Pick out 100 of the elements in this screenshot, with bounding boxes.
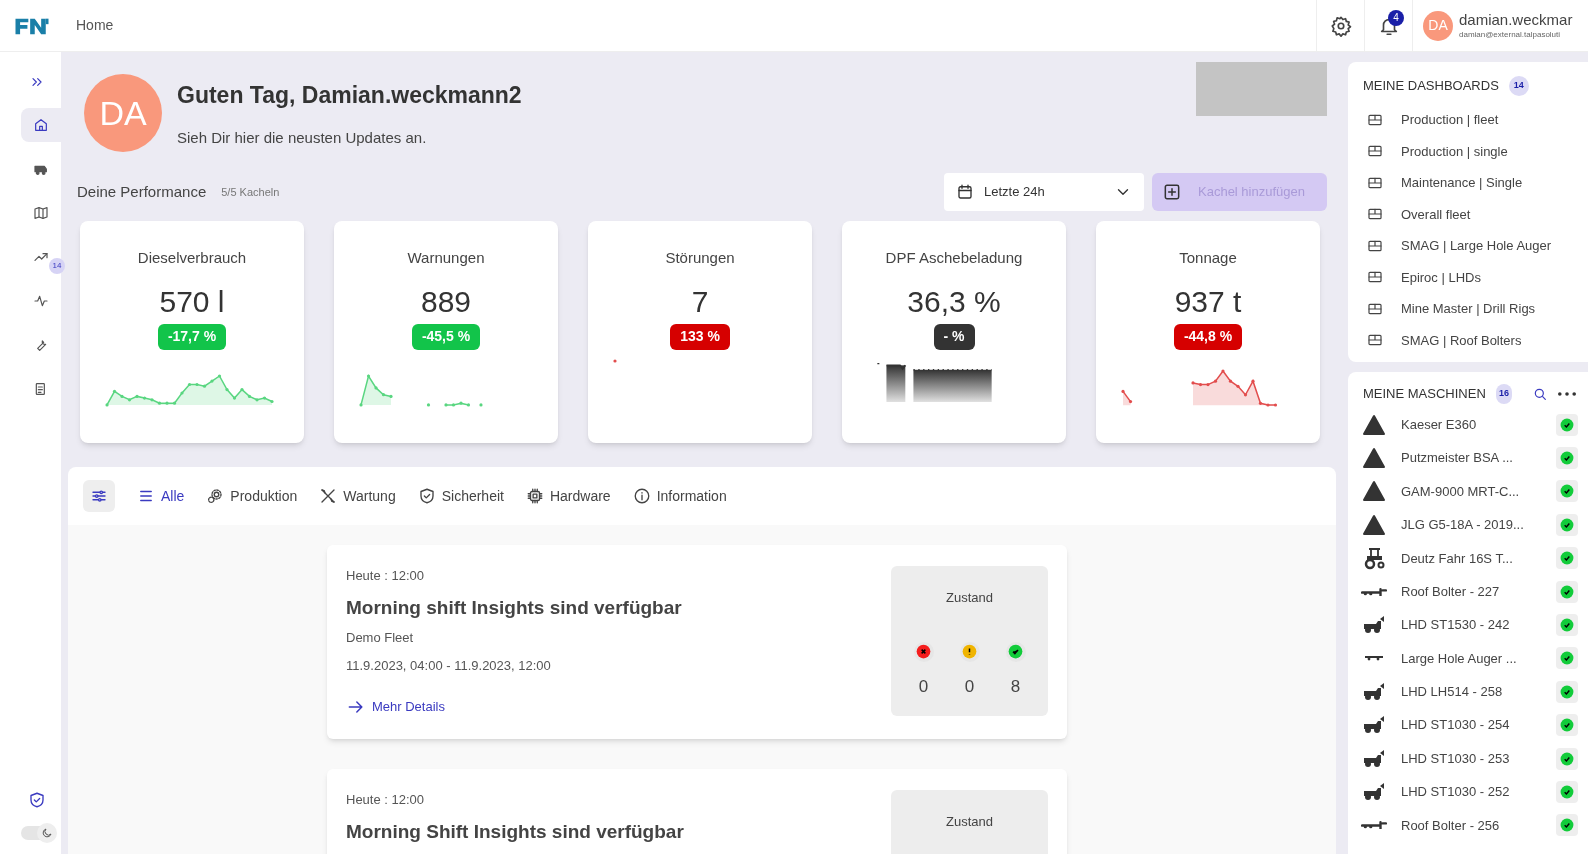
breadcrumb[interactable]: Home <box>76 15 114 36</box>
calendar-icon <box>956 183 974 201</box>
more-details-link[interactable]: Mehr Details <box>346 697 445 717</box>
date-range-dropdown[interactable]: Letzte 24h <box>944 173 1144 211</box>
machine-row[interactable]: Deutz Fahr 16S T... <box>1360 541 1588 575</box>
filter-settings-button[interactable] <box>83 480 115 512</box>
dashboard-link[interactable]: Mine Master | Drill Rigs <box>1363 293 1588 325</box>
drill-rig-icon <box>1361 821 1387 830</box>
tile-value: 36,3 % <box>907 283 1001 320</box>
info-icon <box>632 487 651 505</box>
machine-row[interactable]: LHD ST1030 - 254 <box>1360 708 1588 742</box>
notifications-button[interactable]: 4 <box>1364 0 1412 52</box>
tile-title: Warnungen <box>407 248 485 268</box>
drill-rig-icon <box>1361 587 1387 596</box>
home-icon <box>33 117 49 133</box>
machine-row[interactable]: Large Hole Auger ... <box>1360 641 1588 676</box>
dashboard-link[interactable]: SMAG | Roof Bolters <box>1363 324 1588 356</box>
change-badge: -44,8 % <box>1173 323 1243 350</box>
machine-row[interactable]: Putzmeister BSA ... <box>1360 441 1588 475</box>
machine-row[interactable]: Kaeser E360 <box>1360 408 1588 442</box>
nav-item[interactable] <box>21 108 61 142</box>
panel-title: MEINE MASCHINEN <box>1363 385 1486 404</box>
dashboard-link[interactable]: Overall fleet <box>1363 198 1588 230</box>
machine-name: Roof Bolter - 227 <box>1401 582 1501 601</box>
tile-value: 570 l <box>159 283 225 320</box>
filter-tab[interactable]: Sicherheit <box>417 485 504 507</box>
machine-row[interactable]: GAM-9000 MRT-C... <box>1360 474 1588 509</box>
user-name: damian.weckmar <box>1459 11 1573 30</box>
search-icon <box>1532 386 1548 402</box>
machine-name: JLG G5-18A - 2019... <box>1401 516 1525 535</box>
notification-badge: 4 <box>1388 9 1404 26</box>
pulse-icon <box>33 293 49 309</box>
machine-name: GAM-9000 MRT-C... <box>1401 482 1521 501</box>
kpi-tile[interactable]: Tonnage 937 t -44,8 % <box>1096 221 1320 443</box>
news-time: Heute : 12:00 <box>346 567 426 585</box>
machine-row[interactable]: LHD ST1030 - 252 <box>1360 775 1588 809</box>
warning-triangle-icon <box>1360 479 1388 504</box>
change-badge: 133 % <box>670 323 730 350</box>
filter-tab[interactable]: Wartung <box>319 485 396 507</box>
warning-triangle-icon <box>1360 446 1388 471</box>
news-time: Heute : 12:00 <box>346 791 426 809</box>
machine-row[interactable]: LHD ST1030 - 253 <box>1360 741 1588 776</box>
kpi-tile[interactable]: Warnungen 889 -45,5 % <box>334 221 558 443</box>
dashboard-link[interactable]: Maintenance | Single <box>1363 167 1588 199</box>
moon-icon <box>41 827 53 839</box>
panel-title: MEINE DASHBOARDS <box>1363 77 1499 96</box>
kpi-tile[interactable]: Dieselverbrauch 570 l -17,7 % <box>80 221 304 443</box>
dark-mode-toggle[interactable] <box>21 826 55 840</box>
status-count: 0 <box>918 675 929 698</box>
shield-icon <box>417 487 436 505</box>
auger-icon <box>1364 655 1384 662</box>
dashboard-link[interactable]: Epiroc | LHDs <box>1363 261 1588 293</box>
machine-row[interactable]: JLG G5-18A - 2019... <box>1360 508 1588 542</box>
status-title: Zustand <box>946 589 993 607</box>
warning-triangle-icon <box>1360 412 1388 437</box>
tile-value: 937 t <box>1174 283 1242 320</box>
machine-name: Putzmeister BSA ... <box>1401 449 1514 468</box>
section-title: Deine Performance <box>77 181 207 202</box>
shield-icon <box>28 791 46 809</box>
dashboard-link[interactable]: Production | fleet <box>1363 104 1588 136</box>
machine-row[interactable]: LHD LH514 - 258 <box>1360 675 1588 709</box>
chip-icon <box>525 487 544 505</box>
search-button[interactable] <box>1532 386 1548 402</box>
machine-name: LHD ST1530 - 242 <box>1401 616 1511 635</box>
profile-avatar: DA <box>84 74 162 152</box>
nav-badge: 14 <box>49 258 65 274</box>
change-badge: -45,5 % <box>411 323 481 350</box>
fleet-name: Demo Fleet <box>346 629 415 647</box>
machine-row[interactable]: Roof Bolter - 227 <box>1360 574 1588 609</box>
greeting-subtitle: Sieh Dir hier die neusten Updates an. <box>177 127 428 148</box>
machine-name: LHD ST1030 - 253 <box>1401 749 1511 768</box>
tile-title: Tonnage <box>1179 248 1237 268</box>
machine-name: LHD LH514 - 258 <box>1401 683 1504 702</box>
count-badge: 16 <box>1495 384 1512 404</box>
change-badge: - % <box>933 323 975 350</box>
filter-tab[interactable]: Information <box>632 485 727 507</box>
plus-square-icon <box>1162 182 1182 202</box>
machine-name: LHD ST1030 - 254 <box>1401 716 1511 735</box>
status-count: 0 <box>964 675 975 698</box>
sliders-icon <box>90 487 108 505</box>
machine-row[interactable]: LHD ST1530 - 242 <box>1360 608 1588 642</box>
kpi-tile[interactable]: DPF Aschebeladung 36,3 % - % <box>842 221 1066 443</box>
filter-tab[interactable]: Produktion <box>206 485 298 507</box>
tile-value: 7 <box>691 283 709 320</box>
greeting-title: Guten Tag, Damian.weckmann2 <box>177 81 522 110</box>
news-title: Morning shift Insights sind verfügbar <box>346 595 683 620</box>
tile-count: 5/5 Kacheln <box>221 184 280 200</box>
filter-tab[interactable]: Alle <box>137 485 185 507</box>
map-icon <box>33 205 49 221</box>
gears-icon <box>206 487 225 505</box>
kpi-tile[interactable]: Störungen 7 133 % <box>588 221 812 443</box>
machine-row[interactable]: Roof Bolter - 256 <box>1360 808 1588 843</box>
status-count: 8 <box>1010 675 1021 698</box>
dashboard-link[interactable]: Production | single <box>1363 135 1588 167</box>
tile-title: Störungen <box>665 248 735 268</box>
user-email: damian@external.talpasoluti <box>1459 29 1562 40</box>
machine-name: Deutz Fahr 16S T... <box>1401 549 1514 568</box>
sparkline-drawing <box>613 359 617 364</box>
filter-tab[interactable]: Hardware <box>525 485 611 507</box>
dashboard-link[interactable]: SMAG | Large Hole Auger <box>1363 230 1588 262</box>
